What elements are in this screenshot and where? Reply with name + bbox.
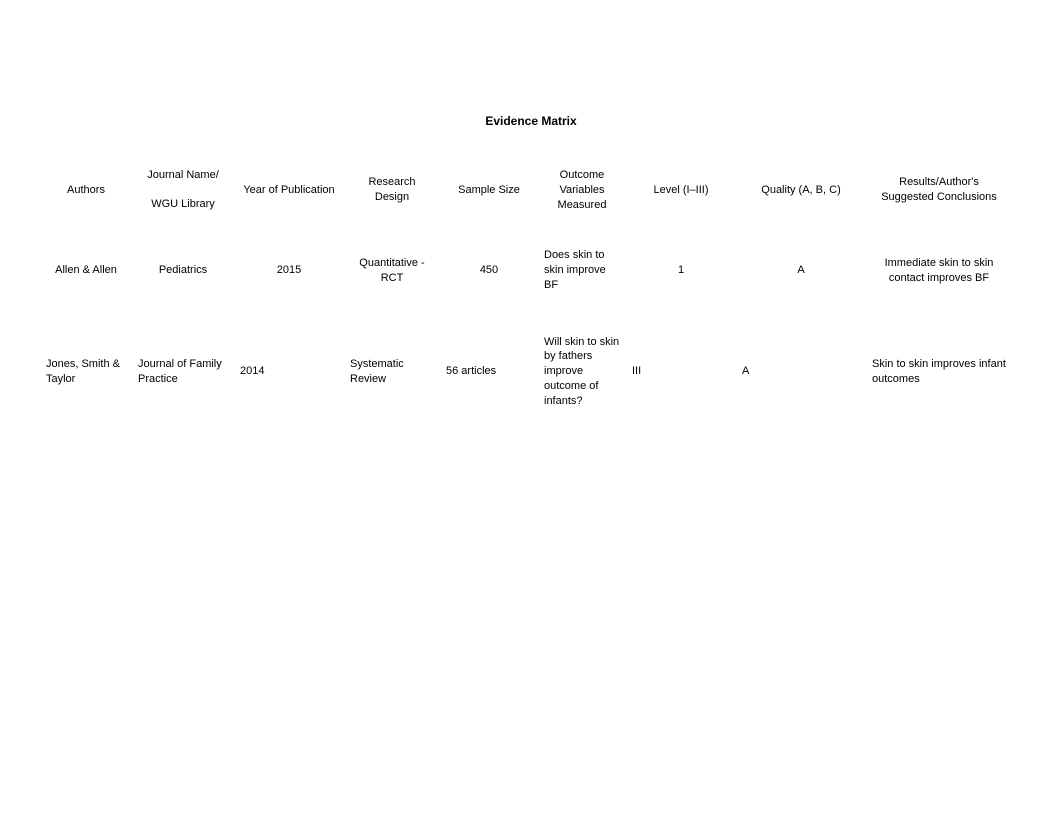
col-header-level: Level (I–III) — [626, 183, 736, 198]
cell-design: Systematic Review — [344, 357, 440, 387]
cell-year: 2015 — [234, 263, 344, 278]
col-header-journal-line1: Journal Name/ — [147, 168, 219, 183]
col-header-journal-line2: WGU Library — [151, 197, 215, 212]
cell-level: III — [626, 364, 736, 379]
col-header-quality: Quality (A, B, C) — [736, 183, 866, 198]
cell-outcome: Does skin to skin improve BF — [538, 248, 626, 293]
table-row: Jones, Smith & Taylor Journal of Family … — [40, 321, 1022, 423]
table-header-row: Authors Journal Name/ WGU Library Year o… — [40, 160, 1022, 221]
page-title: Evidence Matrix — [0, 114, 1062, 128]
cell-results: Immediate skin to skin contact improves … — [866, 256, 1012, 286]
cell-quality: A — [736, 364, 866, 379]
col-header-outcome: Outcome Variables Measured — [538, 168, 626, 213]
cell-results: Skin to skin improves infant outcomes — [866, 357, 1012, 387]
evidence-matrix-table: Authors Journal Name/ WGU Library Year o… — [40, 160, 1022, 423]
col-header-sample: Sample Size — [440, 183, 538, 198]
cell-authors: Allen & Allen — [40, 263, 132, 278]
col-header-journal: Journal Name/ WGU Library — [132, 168, 234, 212]
cell-sample: 450 — [440, 263, 538, 278]
cell-journal: Pediatrics — [132, 263, 234, 278]
col-header-design: Research Design — [344, 175, 440, 205]
col-header-authors: Authors — [40, 183, 132, 198]
cell-outcome: Will skin to skin by fathers improve out… — [538, 335, 626, 409]
cell-quality: A — [736, 263, 866, 278]
col-header-year: Year of Publication — [234, 183, 344, 198]
cell-design: Quantitative - RCT — [344, 256, 440, 286]
cell-authors: Jones, Smith & Taylor — [40, 357, 132, 387]
cell-year: 2014 — [234, 364, 344, 379]
cell-journal: Journal of Family Practice — [132, 357, 234, 387]
cell-sample: 56 articles — [440, 364, 538, 379]
col-header-results: Results/Author's Suggested Conclusions — [866, 175, 1012, 205]
table-row: Allen & Allen Pediatrics 2015 Quantitati… — [40, 221, 1022, 321]
cell-level: 1 — [626, 263, 736, 278]
